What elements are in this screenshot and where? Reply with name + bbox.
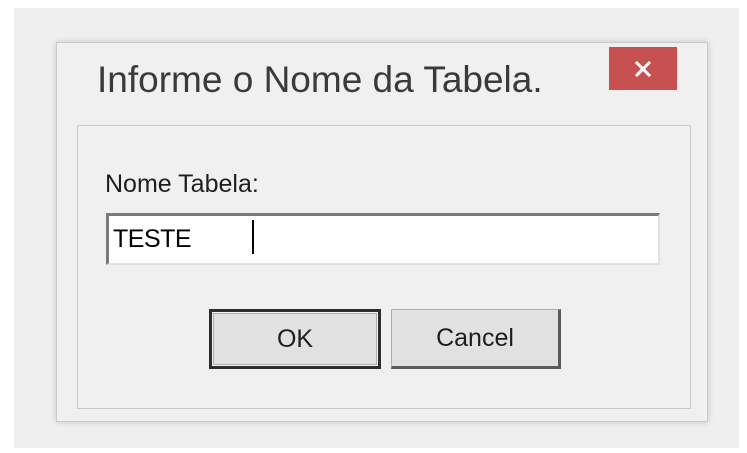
dialog-title: Informe o Nome da Tabela. [97,59,543,100]
input-dialog: Informe o Nome da Tabela. Nome Tabela: O… [56,42,708,422]
ok-button[interactable]: OK [209,309,381,369]
dialog-body: Nome Tabela: OK Cancel [77,125,691,409]
table-name-label: Nome Tabela: [105,170,259,198]
table-name-input[interactable] [106,213,660,265]
close-icon [634,60,652,77]
text-caret [252,220,254,254]
close-button[interactable] [609,47,677,90]
cancel-button[interactable]: Cancel [391,309,561,369]
